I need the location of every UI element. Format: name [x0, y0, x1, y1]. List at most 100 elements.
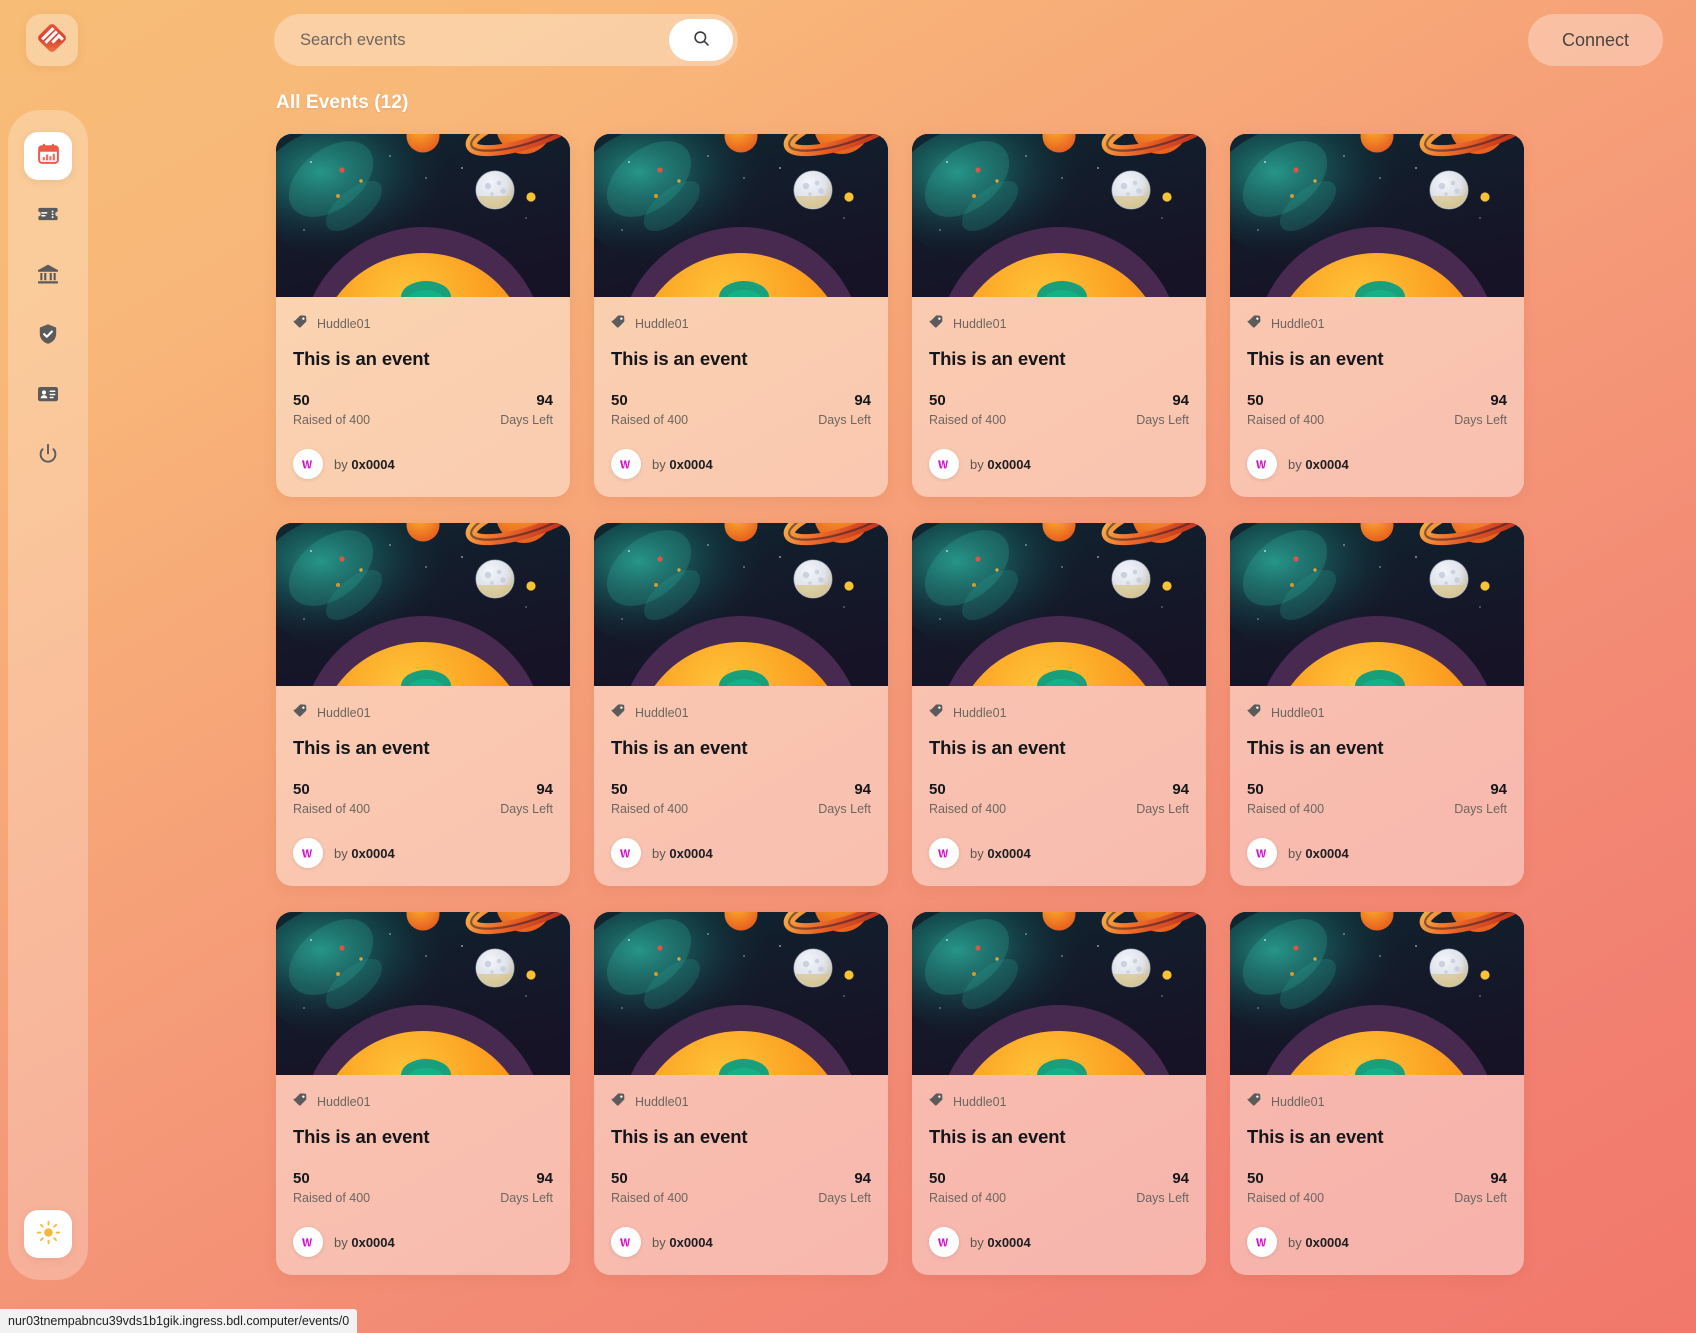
event-card-body: Huddle01 This is an event 50 Raised of 400 9…: [594, 686, 888, 886]
event-title: This is an event: [1247, 1126, 1384, 1147]
event-author[interactable]: by 0x0004: [1247, 1227, 1507, 1257]
event-title: This is an event: [611, 737, 748, 758]
event-author[interactable]: by 0x0004: [929, 838, 1189, 868]
sidebar-item-events[interactable]: [24, 132, 72, 180]
avatar: [293, 449, 323, 479]
event-raised-stat: 50 Raised of 400: [611, 1170, 688, 1205]
sidebar-item-logout[interactable]: [24, 432, 72, 480]
event-card[interactable]: Huddle01 This is an event 50 Raised of 400 9…: [594, 523, 888, 886]
event-stats: 50 Raised of 400 94 Days Left: [929, 781, 1189, 816]
events-grid: Huddle01 This is an event 50 Raised of 400 9…: [276, 134, 1661, 1275]
event-cover-image: [594, 523, 888, 686]
tag-icon: [1247, 1092, 1262, 1112]
event-author[interactable]: by 0x0004: [611, 449, 871, 479]
event-card[interactable]: Huddle01 This is an event 50 Raised of 400 9…: [912, 912, 1206, 1275]
avatar: [929, 1227, 959, 1257]
event-author[interactable]: by 0x0004: [611, 1227, 871, 1257]
event-days-label: Days Left: [1454, 802, 1507, 816]
event-card[interactable]: Huddle01 This is an event 50 Raised of 400 9…: [276, 523, 570, 886]
event-tag-label: Huddle01: [635, 317, 689, 331]
event-days-label: Days Left: [818, 802, 871, 816]
tag-icon: [611, 314, 626, 334]
event-author[interactable]: by 0x0004: [1247, 449, 1507, 479]
event-raised-label: Raised of 400: [929, 413, 1007, 427]
event-card-body: Huddle01 This is an event 50 Raised of 400 9…: [1230, 686, 1524, 886]
event-raised-label: Raised of 400: [1247, 413, 1325, 427]
sidebar-item-profile[interactable]: [24, 372, 72, 420]
event-days-stat: 94 Days Left: [500, 1170, 553, 1205]
event-raised-label: Raised of 400: [293, 1191, 371, 1205]
theme-toggle-button[interactable]: [24, 1210, 72, 1258]
event-card[interactable]: Huddle01 This is an event 50 Raised of 400 9…: [276, 134, 570, 497]
sidebar-item-treasury[interactable]: [24, 252, 72, 300]
event-raised-stat: 50 Raised of 400: [929, 1170, 1006, 1205]
event-author-prefix: by: [970, 456, 984, 472]
event-author-label: by 0x0004: [652, 457, 713, 472]
connect-wallet-button[interactable]: Connect: [1527, 14, 1663, 66]
avatar: [929, 838, 959, 868]
event-card[interactable]: Huddle01 This is an event 50 Raised of 400 9…: [912, 523, 1206, 886]
event-author-label: by 0x0004: [334, 846, 395, 861]
event-tag-label: Huddle01: [1271, 706, 1325, 720]
event-days-stat: 94 Days Left: [500, 781, 553, 816]
event-author-address: 0x0004: [1305, 456, 1349, 472]
avatar: [611, 838, 641, 868]
tag-icon: [1247, 314, 1262, 334]
event-author[interactable]: by 0x0004: [293, 838, 553, 868]
event-raised-label: Raised of 400: [1247, 1191, 1325, 1205]
event-cover-image: [594, 134, 888, 297]
event-stats: 50 Raised of 400 94 Days Left: [611, 1170, 871, 1205]
event-days-stat: 94 Days Left: [1454, 392, 1507, 427]
event-raised-stat: 50 Raised of 400: [1247, 781, 1324, 816]
sidebar-item-tickets[interactable]: [24, 192, 72, 240]
event-days-value: 94: [854, 1170, 871, 1187]
event-days-label: Days Left: [1454, 1191, 1507, 1205]
event-raised-value: 50: [611, 781, 628, 798]
app-logo-button[interactable]: [26, 14, 78, 66]
event-tag-label: Huddle01: [635, 706, 689, 720]
search-button[interactable]: [669, 19, 733, 61]
event-tag-row: Huddle01: [1247, 1092, 1507, 1112]
event-days-stat: 94 Days Left: [1136, 392, 1189, 427]
event-title: This is an event: [1247, 737, 1384, 758]
event-author-label: by 0x0004: [1288, 1235, 1349, 1250]
event-card[interactable]: Huddle01 This is an event 50 Raised of 400 9…: [1230, 134, 1524, 497]
event-days-label: Days Left: [818, 413, 871, 427]
event-author[interactable]: by 0x0004: [929, 449, 1189, 479]
event-author[interactable]: by 0x0004: [929, 1227, 1189, 1257]
event-days-stat: 94 Days Left: [1454, 1170, 1507, 1205]
event-title: This is an event: [1247, 348, 1384, 369]
event-tag-label: Huddle01: [317, 1095, 371, 1109]
event-author-prefix: by: [334, 456, 348, 472]
event-card[interactable]: Huddle01 This is an event 50 Raised of 400 9…: [912, 134, 1206, 497]
event-card[interactable]: Huddle01 This is an event 50 Raised of 400 9…: [594, 912, 888, 1275]
event-author-address: 0x0004: [669, 845, 713, 861]
event-author[interactable]: by 0x0004: [293, 1227, 553, 1257]
event-card[interactable]: Huddle01 This is an event 50 Raised of 400 9…: [276, 912, 570, 1275]
event-stats: 50 Raised of 400 94 Days Left: [1247, 781, 1507, 816]
event-tag-row: Huddle01: [611, 1092, 871, 1112]
event-author-address: 0x0004: [987, 845, 1031, 861]
event-stats: 50 Raised of 400 94 Days Left: [929, 1170, 1189, 1205]
sidebar: [8, 110, 88, 1280]
event-raised-stat: 50 Raised of 400: [611, 781, 688, 816]
event-author[interactable]: by 0x0004: [293, 449, 553, 479]
tag-icon: [1247, 703, 1262, 723]
event-author-label: by 0x0004: [652, 1235, 713, 1250]
sidebar-item-verification[interactable]: [24, 312, 72, 360]
event-days-value: 94: [1172, 392, 1189, 409]
event-card-body: Huddle01 This is an event 50 Raised of 400 9…: [276, 686, 570, 886]
event-days-value: 94: [536, 781, 553, 798]
event-author[interactable]: by 0x0004: [1247, 838, 1507, 868]
event-author-label: by 0x0004: [970, 846, 1031, 861]
event-card[interactable]: Huddle01 This is an event 50 Raised of 400 9…: [1230, 912, 1524, 1275]
event-author[interactable]: by 0x0004: [611, 838, 871, 868]
id-card-icon: [36, 382, 60, 411]
event-days-label: Days Left: [1136, 413, 1189, 427]
event-card[interactable]: Huddle01 This is an event 50 Raised of 400 9…: [594, 134, 888, 497]
avatar: [611, 449, 641, 479]
search-input[interactable]: [300, 14, 669, 66]
event-card[interactable]: Huddle01 This is an event 50 Raised of 400 9…: [1230, 523, 1524, 886]
search-bar[interactable]: [274, 14, 738, 66]
event-author-label: by 0x0004: [970, 457, 1031, 472]
